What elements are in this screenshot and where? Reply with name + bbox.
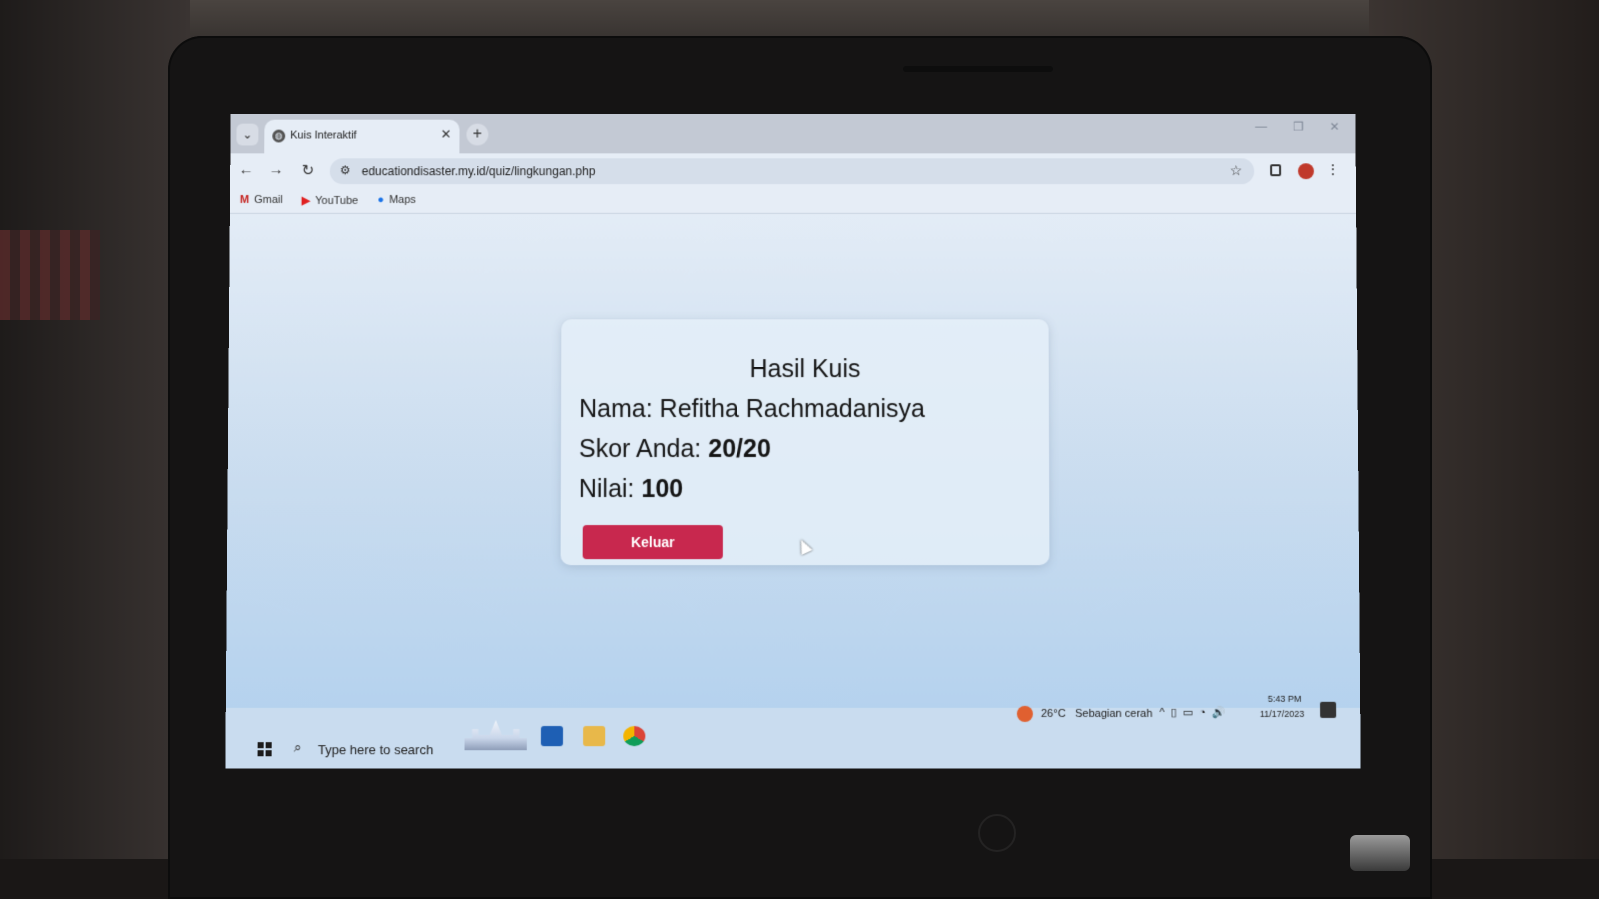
taskbar-search[interactable]: ⌕ Type here to search xyxy=(288,736,459,762)
exit-button[interactable]: Keluar xyxy=(583,525,723,559)
bookmark-label: YouTube xyxy=(315,195,358,207)
kebab-menu-icon[interactable]: ⋮ xyxy=(1326,161,1340,178)
site-info-icon[interactable]: ⚙ xyxy=(340,163,351,177)
windows-taskbar: ⌕ Type here to search 26°C Sebagian cera… xyxy=(225,708,1360,768)
bookmark-label: Maps xyxy=(389,194,416,206)
search-highlight-icon[interactable] xyxy=(465,720,527,750)
name-line: Nama: Refitha Rachmadanisya xyxy=(579,395,925,424)
grade-label: Nilai: xyxy=(579,475,635,503)
bookmark-maps[interactable]: ● Maps xyxy=(377,194,415,206)
reload-icon[interactable]: ↻ xyxy=(298,161,318,179)
laptop-screen: ⌄ ◍ Kuis Interaktif ✕ + — ❐ ✕ ← → ↻ ⚙ educ… xyxy=(225,114,1360,769)
grade-line: Nilai: 100 xyxy=(579,475,683,504)
laptop-hinge-metal xyxy=(1350,835,1410,871)
system-tray-icons[interactable]: ^▯▭◔🔊 xyxy=(1159,706,1231,719)
name-value: Refitha Rachmadanisya xyxy=(660,395,925,423)
maximize-icon[interactable]: ❐ xyxy=(1293,120,1304,134)
result-title: Hasil Kuis xyxy=(561,355,1049,384)
name-label: Nama: xyxy=(579,395,653,423)
browser-toolbar: ← → ↻ ⚙ educationdisaster.my.id/quiz/lin… xyxy=(230,153,1356,189)
laptop-logo xyxy=(978,814,1016,852)
bookmark-label: Gmail xyxy=(254,194,283,206)
page-content: Hasil Kuis Nama: Refitha Rachmadanisya S… xyxy=(226,214,1360,708)
tab-bar: ⌄ ◍ Kuis Interaktif ✕ + — ❐ ✕ xyxy=(230,114,1355,154)
maps-icon: ● xyxy=(377,194,384,206)
side-panel-icon[interactable] xyxy=(1270,164,1281,176)
weather-icon[interactable] xyxy=(1017,706,1033,722)
score-line: Skor Anda: 20/20 xyxy=(579,435,771,464)
grade-value: 100 xyxy=(641,475,683,503)
bookmark-star-icon[interactable]: ☆ xyxy=(1230,162,1243,179)
plaid-fabric xyxy=(0,230,100,320)
clock-time[interactable]: 5:43 PM xyxy=(1268,694,1302,704)
tab-kuis-interaktif[interactable]: ◍ Kuis Interaktif ✕ xyxy=(264,120,459,154)
weather-temperature: 26°C xyxy=(1041,708,1066,720)
gmail-icon: M xyxy=(240,194,249,206)
clock-date[interactable]: 11/17/2023 xyxy=(1260,709,1305,719)
notification-icon[interactable] xyxy=(1320,702,1336,718)
score-label: Skor Anda: xyxy=(579,435,701,463)
close-tab-icon[interactable]: ✕ xyxy=(441,127,452,143)
bookmark-gmail[interactable]: M Gmail xyxy=(240,194,283,206)
profile-avatar[interactable] xyxy=(1298,163,1314,179)
store-app-icon[interactable] xyxy=(541,726,563,746)
tab-title: Kuis Interaktif xyxy=(290,130,356,142)
search-icon: ⌕ xyxy=(294,739,302,756)
bookmark-youtube[interactable]: ▶ YouTube xyxy=(302,194,359,207)
window-controls: — ❐ ✕ xyxy=(1229,120,1339,134)
search-placeholder: Type here to search xyxy=(318,742,434,757)
webcam xyxy=(903,66,1053,72)
url-text[interactable]: educationdisaster.my.id/quiz/lingkungan.… xyxy=(362,164,596,178)
quiz-result-card: Hasil Kuis Nama: Refitha Rachmadanisya S… xyxy=(561,319,1050,565)
forward-arrow-icon[interactable]: → xyxy=(266,161,286,178)
globe-icon: ◍ xyxy=(272,130,285,143)
windows-start-icon[interactable] xyxy=(258,742,272,756)
youtube-icon: ▶ xyxy=(302,194,311,207)
bookmarks-bar: M Gmail ▶ YouTube ● Maps xyxy=(230,189,1356,214)
weather-description: Sebagian cerah xyxy=(1075,708,1152,720)
chrome-app-icon[interactable] xyxy=(623,726,645,746)
minimize-icon[interactable]: — xyxy=(1255,120,1267,134)
score-value: 20/20 xyxy=(708,435,771,463)
address-bar[interactable]: ⚙ educationdisaster.my.id/quiz/lingkunga… xyxy=(330,158,1255,184)
room-background-left xyxy=(0,0,190,899)
tab-search-button[interactable]: ⌄ xyxy=(236,124,258,146)
close-window-icon[interactable]: ✕ xyxy=(1329,120,1339,134)
file-explorer-icon[interactable] xyxy=(583,726,605,746)
new-tab-button[interactable]: + xyxy=(466,124,488,146)
back-arrow-icon[interactable]: ← xyxy=(236,161,256,178)
